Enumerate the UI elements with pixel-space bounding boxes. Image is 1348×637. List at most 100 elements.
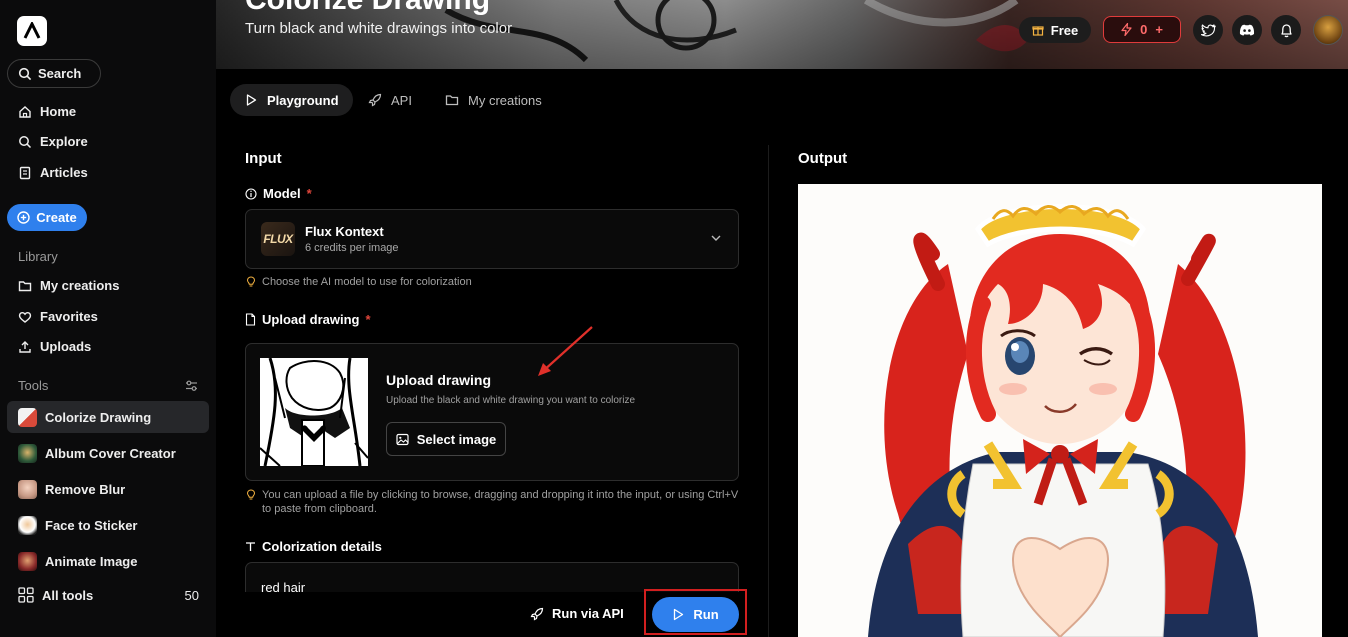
lightning-icon xyxy=(1121,23,1132,36)
nav-articles-label: Articles xyxy=(40,165,88,180)
plan-badge[interactable]: Free xyxy=(1019,17,1091,43)
credits-plus: + xyxy=(1155,22,1163,37)
library-heading: Library xyxy=(18,249,58,264)
run-button[interactable]: Run xyxy=(652,597,739,632)
lightbulb-icon xyxy=(247,276,255,287)
tab-api[interactable]: API xyxy=(354,84,426,116)
sidebar: Search Home Explore Articles Create Libr… xyxy=(0,0,216,637)
all-tools-label: All tools xyxy=(42,587,94,603)
model-hint-text: Choose the AI model to use for colorizat… xyxy=(262,276,472,288)
output-image[interactable] xyxy=(798,184,1322,637)
tool-album-cover-creator[interactable]: Album Cover Creator xyxy=(7,437,209,469)
library-my-creations[interactable]: My creations xyxy=(18,278,119,293)
tab-my-creations-label: My creations xyxy=(468,92,542,108)
twitter-button[interactable] xyxy=(1193,15,1223,45)
column-divider xyxy=(768,145,769,637)
plus-circle-icon xyxy=(17,211,30,224)
plan-label: Free xyxy=(1050,22,1079,38)
create-label: Create xyxy=(36,210,77,225)
output-heading: Output xyxy=(798,150,848,167)
gift-icon xyxy=(1032,26,1044,36)
select-image-button[interactable]: Select image xyxy=(386,422,506,456)
tool-all-tools[interactable]: All tools 50 xyxy=(7,579,209,611)
upload-title: Upload drawing xyxy=(386,372,491,388)
tool-face-to-sticker[interactable]: Face to Sticker xyxy=(7,509,209,541)
tab-api-label: API xyxy=(391,92,412,108)
rocket-icon xyxy=(368,93,382,107)
required-mark: * xyxy=(365,312,371,327)
user-avatar[interactable] xyxy=(1313,15,1343,45)
nav-articles[interactable]: Articles xyxy=(18,165,88,180)
nav-explore-label: Explore xyxy=(40,134,88,149)
lightbulb-icon xyxy=(247,489,255,500)
upload-hint-line: You can upload a file by clicking to bro… xyxy=(262,489,739,501)
model-credits: 6 credits per image xyxy=(305,242,399,254)
twitter-icon xyxy=(1200,23,1216,36)
model-name: Flux Kontext xyxy=(305,224,384,239)
tool-label: Album Cover Creator xyxy=(45,445,176,461)
tool-label: Remove Blur xyxy=(45,481,126,497)
play-icon xyxy=(246,94,257,106)
model-label-text: Model xyxy=(263,186,301,201)
page-subtitle: Turn black and white drawings into color xyxy=(245,20,513,37)
tool-label: Animate Image xyxy=(45,553,138,569)
album-cover-thumbnail xyxy=(18,443,37,463)
animate-image-thumbnail xyxy=(18,551,37,571)
tab-playground[interactable]: Playground xyxy=(230,84,353,116)
notifications-button[interactable] xyxy=(1271,15,1301,45)
articles-icon xyxy=(19,166,31,179)
library-my-creations-label: My creations xyxy=(40,278,120,293)
tool-remove-blur[interactable]: Remove Blur xyxy=(7,473,209,505)
tool-animate-image[interactable]: Animate Image xyxy=(7,545,209,577)
credits-button[interactable]: 0 + xyxy=(1103,16,1181,43)
upload-label: Upload drawing * xyxy=(245,312,371,327)
details-label: Colorization details xyxy=(245,539,382,554)
upload-icon xyxy=(19,340,31,353)
logo-icon xyxy=(23,22,41,39)
heart-icon xyxy=(18,311,32,323)
input-heading: Input xyxy=(245,150,282,167)
upload-hint: You can upload a file by clicking to bro… xyxy=(246,488,746,516)
image-icon xyxy=(396,433,409,445)
nav-explore[interactable]: Explore xyxy=(18,134,88,149)
text-icon xyxy=(246,542,255,551)
bell-icon xyxy=(1280,23,1292,37)
credits-value: 0 xyxy=(1140,22,1148,37)
folder-icon xyxy=(445,95,459,106)
app-logo[interactable] xyxy=(17,16,47,46)
all-tools-count: 50 xyxy=(184,587,199,603)
tools-settings-icon[interactable] xyxy=(185,379,198,392)
uploaded-sketch-preview xyxy=(260,358,368,466)
flux-logo: FLUX xyxy=(261,222,295,256)
select-image-label: Select image xyxy=(416,431,497,447)
home-icon xyxy=(19,105,31,118)
folder-icon xyxy=(18,280,32,291)
tools-heading: Tools xyxy=(18,378,49,393)
create-button[interactable]: Create xyxy=(7,204,87,231)
tool-colorize-drawing[interactable]: Colorize Drawing xyxy=(7,401,209,433)
search-button[interactable]: Search xyxy=(7,59,101,88)
model-select[interactable]: FLUX Flux Kontext 6 credits per image xyxy=(245,209,739,269)
tool-label: Face to Sticker xyxy=(45,517,138,533)
hero-banner: Colorize Drawing Turn black and white dr… xyxy=(216,0,1348,69)
search-label: Search xyxy=(38,66,82,81)
remove-blur-thumbnail xyxy=(18,479,37,499)
library-uploads[interactable]: Uploads xyxy=(18,339,91,354)
library-uploads-label: Uploads xyxy=(40,339,92,354)
rocket-icon xyxy=(530,607,544,620)
model-hint: Choose the AI model to use for colorizat… xyxy=(246,275,472,289)
tab-playground-label: Playground xyxy=(267,92,339,108)
upload-dropzone[interactable]: Upload drawing Upload the black and whit… xyxy=(245,343,739,481)
tab-my-creations[interactable]: My creations xyxy=(431,84,556,116)
discord-button[interactable] xyxy=(1232,15,1262,45)
run-via-api-button[interactable]: Run via API xyxy=(530,606,624,621)
library-favorites[interactable]: Favorites xyxy=(18,309,98,324)
explore-search-icon xyxy=(19,135,32,148)
model-label: Model * xyxy=(245,186,312,201)
nav-home[interactable]: Home xyxy=(18,104,76,119)
upload-hint-text: You can upload a file by clicking to bro… xyxy=(262,488,738,516)
colorized-anime-illustration xyxy=(798,184,1322,637)
upload-label-text: Upload drawing xyxy=(262,312,360,327)
page-title: Colorize Drawing xyxy=(245,0,490,17)
upload-hint-line: to paste from clipboard. xyxy=(262,503,377,515)
